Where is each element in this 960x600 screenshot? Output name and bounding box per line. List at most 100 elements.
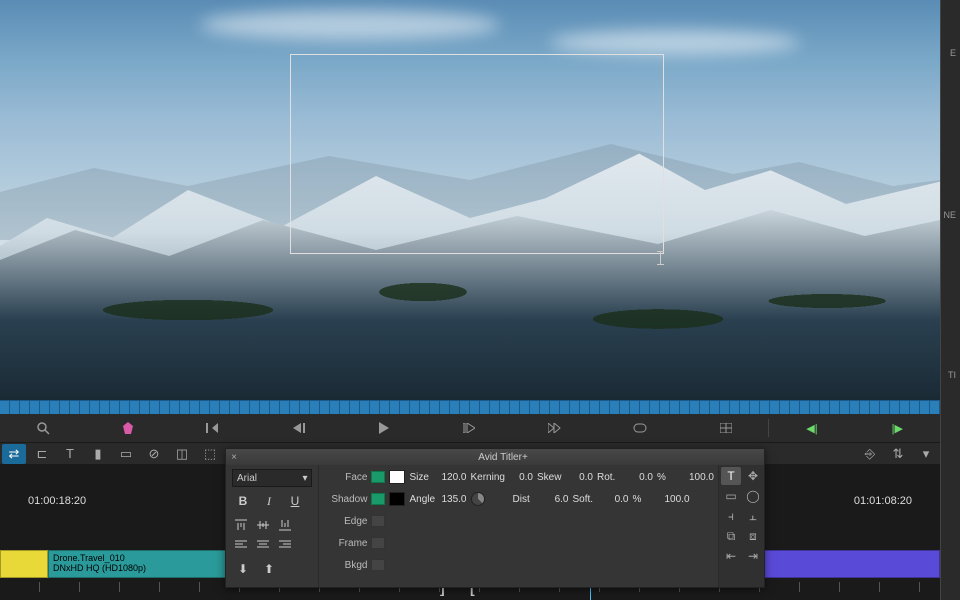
overwrite-button[interactable]: ▭ <box>114 444 138 464</box>
play-reverse-button[interactable] <box>256 414 341 442</box>
play-forward-button[interactable] <box>427 414 512 442</box>
angle-value[interactable]: 135.0 <box>441 494 466 505</box>
face-toggle[interactable] <box>371 471 385 483</box>
dist-value[interactable]: 6.0 <box>545 494 569 505</box>
angle-label: Angle <box>409 494 437 505</box>
sync-button[interactable]: ⇅ <box>886 444 910 464</box>
extract-button[interactable]: ⊘ <box>142 444 166 464</box>
bold-button[interactable]: B <box>234 493 252 509</box>
skew-label: Skew <box>537 472 565 483</box>
dist-label: Dist <box>513 494 541 505</box>
shadow-label: Shadow <box>323 494 367 505</box>
layer-down-button[interactable]: ⬇ <box>234 561 252 577</box>
titler-tool-palette: T ✥ ▭ ◯ ⫞ ⫠ ⧉ ⧈ ⇤ ⇥ <box>718 465 764 587</box>
skew-value[interactable]: 0.0 <box>569 472 593 483</box>
edge-row: Edge <box>323 511 714 531</box>
titler-text-controls: Arial ▾ B I U ⬇ ⬆ <box>226 465 319 587</box>
segment-mode-button[interactable]: ⇄ <box>2 444 26 464</box>
titler-properties: Face Size 120.0 Kerning 0.0 Skew 0.0 Rot… <box>319 465 718 587</box>
edge-toggle[interactable] <box>371 515 385 527</box>
align-right-button[interactable] <box>276 537 294 553</box>
rot-value[interactable]: 0.0 <box>629 472 653 483</box>
shadow-color-swatch[interactable] <box>389 492 405 506</box>
kerning-value[interactable]: 0.0 <box>509 472 533 483</box>
shadow-toggle[interactable] <box>371 493 385 505</box>
titler-title: Avid Titler+ <box>242 452 764 463</box>
italic-button[interactable]: I <box>260 493 278 509</box>
face-opacity-value[interactable]: 100.0 <box>689 472 714 483</box>
align-top-button[interactable] <box>232 517 250 533</box>
align-bottom-button[interactable] <box>276 517 294 533</box>
transport-bar: ◀| |▶ <box>0 414 940 442</box>
play-button[interactable] <box>341 414 426 442</box>
mark-in-button[interactable]: ◀| <box>769 414 854 442</box>
opacity-label: % <box>633 494 661 505</box>
rectangle-tool-button[interactable]: ▭ <box>721 487 741 505</box>
loop-button[interactable] <box>598 414 683 442</box>
decorative-cloud <box>200 10 500 40</box>
frame-toggle[interactable] <box>371 537 385 549</box>
frame-label: Frame <box>323 538 367 549</box>
effect-button[interactable]: ⬚ <box>198 444 222 464</box>
kerning-label: Kerning <box>471 472 505 483</box>
layer-up-button[interactable]: ⬆ <box>260 561 278 577</box>
prev-button[interactable]: ⇤ <box>721 547 741 565</box>
titler-panel: × Avid Titler+ Arial ▾ B I U <box>225 448 765 588</box>
position-bar[interactable] <box>0 400 940 414</box>
decorative-cloud <box>550 30 800 55</box>
move-tool-button[interactable]: ✥ <box>743 467 763 485</box>
face-color-swatch[interactable] <box>389 470 405 484</box>
chevron-down-icon[interactable]: ▾ <box>914 444 938 464</box>
align-left-button[interactable] <box>232 537 250 553</box>
opacity-label: % <box>657 472 685 483</box>
size-value[interactable]: 120.0 <box>441 472 466 483</box>
titler-header[interactable]: × Avid Titler+ <box>226 449 764 465</box>
right-panel-label: NE <box>943 210 956 220</box>
right-panel-label: E <box>950 48 956 58</box>
font-family-select[interactable]: Arial ▾ <box>232 469 312 487</box>
text-cursor-icon <box>657 251 665 265</box>
size-label: Size <box>409 472 437 483</box>
edge-label: Edge <box>323 516 367 527</box>
distribute-v-button[interactable]: ⫠ <box>743 507 763 525</box>
angle-dial[interactable] <box>471 492 485 506</box>
bkgd-toggle[interactable] <box>371 559 385 571</box>
soft-label: Soft. <box>573 494 601 505</box>
right-panel: E NE TI <box>940 0 960 600</box>
underline-button[interactable]: U <box>286 493 304 509</box>
step-forward-button[interactable] <box>512 414 597 442</box>
ungroup-button[interactable]: ⧈ <box>743 527 763 545</box>
bkgd-label: Bkgd <box>323 560 367 571</box>
soft-value[interactable]: 0.0 <box>605 494 629 505</box>
text-tool-button[interactable]: T <box>721 467 741 485</box>
font-family-value: Arial <box>237 473 257 484</box>
link-button[interactable]: ⎆ <box>858 444 882 464</box>
step-back-button[interactable] <box>171 414 256 442</box>
clip-filler[interactable] <box>0 550 48 578</box>
bkgd-row: Bkgd <box>323 555 714 575</box>
grid-button[interactable] <box>683 414 768 442</box>
align-center-button[interactable] <box>254 537 272 553</box>
splice-button[interactable]: ▮ <box>86 444 110 464</box>
title-bounding-box[interactable] <box>290 54 664 254</box>
text-tool-button[interactable]: T <box>58 444 82 464</box>
distribute-h-button[interactable]: ⫞ <box>721 507 741 525</box>
align-middle-button[interactable] <box>254 517 272 533</box>
mark-out-button[interactable]: |▶ <box>855 414 940 442</box>
zoom-button[interactable] <box>0 414 85 442</box>
timecode-out[interactable]: 01:01:08:20 <box>854 495 912 507</box>
ellipse-tool-button[interactable]: ◯ <box>743 487 763 505</box>
marker-button[interactable] <box>85 414 170 442</box>
lift-button[interactable]: ⊏ <box>30 444 54 464</box>
program-monitor[interactable] <box>0 0 940 400</box>
shadow-opacity-value[interactable]: 100.0 <box>665 494 690 505</box>
trim-button[interactable]: ◫ <box>170 444 194 464</box>
group-button[interactable]: ⧉ <box>721 527 741 545</box>
next-button[interactable]: ⇥ <box>743 547 763 565</box>
face-label: Face <box>323 472 367 483</box>
close-button[interactable]: × <box>226 452 242 463</box>
shadow-row: Shadow Angle 135.0 Dist 6.0 Soft. 0.0 % … <box>323 489 714 509</box>
frame-row: Frame <box>323 533 714 553</box>
right-panel-label: TI <box>948 370 956 380</box>
timecode-in[interactable]: 01:00:18:20 <box>28 495 86 507</box>
